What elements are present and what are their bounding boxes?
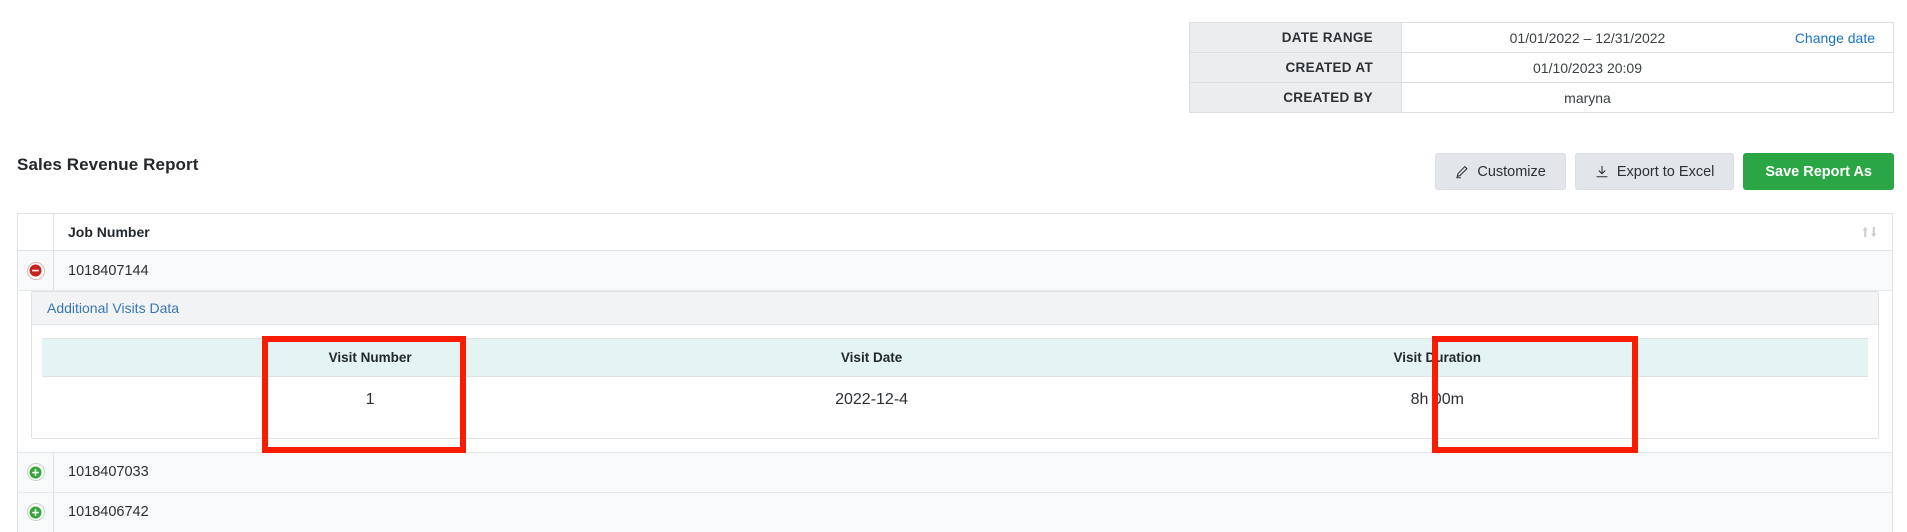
table-row[interactable]: 1018407144 xyxy=(18,251,1892,291)
visits-cell-visit-number: 1 xyxy=(266,376,474,424)
meta-label-created-by: CREATED BY xyxy=(1189,82,1402,113)
pencil-icon xyxy=(1455,165,1469,179)
created-by-value: maryna xyxy=(1564,89,1611,106)
jobs-table-header: Job Number xyxy=(18,214,1892,251)
visits-header-blank xyxy=(42,338,267,377)
meta-value-created-at: 01/10/2023 20:09 xyxy=(1401,52,1894,83)
meta-row-date-range: DATE RANGE 01/01/2022 – 12/31/2022 Chang… xyxy=(1189,22,1894,53)
meta-value-date-range: 01/01/2022 – 12/31/2022 Change date xyxy=(1401,22,1894,53)
collapse-minus-icon[interactable] xyxy=(26,261,45,280)
visits-header-tail xyxy=(1605,338,1868,377)
meta-row-created-at: CREATED AT 01/10/2023 20:09 xyxy=(1189,52,1894,83)
job-number-cell: 1018407144 xyxy=(68,262,149,279)
header-job-number[interactable]: Job Number xyxy=(54,214,1892,250)
meta-value-created-by: maryna xyxy=(1402,83,1894,113)
expand-plus-icon[interactable] xyxy=(26,463,45,481)
download-icon xyxy=(1595,165,1609,179)
customize-button-label: Customize xyxy=(1477,163,1546,180)
visits-cell-visit-duration: 8h 00m xyxy=(1269,376,1606,424)
change-date-link[interactable]: Change date xyxy=(1795,30,1875,46)
sort-icon[interactable] xyxy=(1861,225,1878,240)
visits-cell-blank xyxy=(42,376,267,424)
export-to-excel-button-label: Export to Excel xyxy=(1616,163,1715,180)
expand-plus-icon[interactable] xyxy=(26,503,45,521)
jobs-table: Job Number 1018407144 Additional Visits … xyxy=(17,213,1893,532)
visits-cell-tail xyxy=(1605,376,1868,424)
created-at-value: 01/10/2023 20:09 xyxy=(1533,59,1642,76)
additional-visits-panel: Additional Visits Data Visit Number Visi… xyxy=(31,291,1879,439)
save-report-as-button[interactable]: Save Report As xyxy=(1743,153,1894,190)
export-to-excel-button[interactable]: Export to Excel xyxy=(1574,153,1735,190)
visits-table-row: 1 2022-12-4 8h 00m xyxy=(42,376,1868,424)
row-toggle-cell[interactable] xyxy=(18,492,54,532)
job-number-cell: 1018406742 xyxy=(68,504,149,520)
visits-header-visit-duration: Visit Duration xyxy=(1269,338,1606,377)
meta-label-created-at: CREATED AT xyxy=(1189,52,1402,83)
report-actions-toolbar: Customize Export to Excel Save Report As xyxy=(1435,153,1894,190)
meta-row-created-by: CREATED BY maryna xyxy=(1189,82,1894,113)
header-toggle-column xyxy=(18,214,54,250)
report-page: DATE RANGE 01/01/2022 – 12/31/2022 Chang… xyxy=(0,0,1907,532)
header-job-number-label: Job Number xyxy=(68,224,150,240)
job-number-cell: 1018407033 xyxy=(68,464,149,480)
visits-header-visit-number: Visit Number xyxy=(266,338,474,377)
additional-visits-body: Visit Number Visit Date Visit Duration 1… xyxy=(32,325,1878,438)
visits-table-header-row: Visit Number Visit Date Visit Duration xyxy=(42,338,1868,377)
save-report-as-button-label: Save Report As xyxy=(1765,163,1872,180)
visits-header-visit-date: Visit Date xyxy=(473,338,1270,377)
meta-label-date-range: DATE RANGE xyxy=(1189,22,1402,53)
customize-button[interactable]: Customize xyxy=(1435,153,1566,190)
expanded-detail-region: Additional Visits Data Visit Number Visi… xyxy=(18,291,1892,453)
visits-table: Visit Number Visit Date Visit Duration 1… xyxy=(42,338,1868,424)
additional-visits-data-link[interactable]: Additional Visits Data xyxy=(32,292,1878,325)
row-toggle-cell[interactable] xyxy=(18,251,54,290)
page-title: Sales Revenue Report xyxy=(17,155,199,174)
row-toggle-cell[interactable] xyxy=(18,452,54,492)
table-row[interactable]: 1018407033 xyxy=(18,452,1892,493)
report-meta-table: DATE RANGE 01/01/2022 – 12/31/2022 Chang… xyxy=(1189,22,1894,113)
table-row[interactable]: 1018406742 xyxy=(18,492,1892,532)
visits-cell-visit-date: 2022-12-4 xyxy=(473,376,1270,424)
